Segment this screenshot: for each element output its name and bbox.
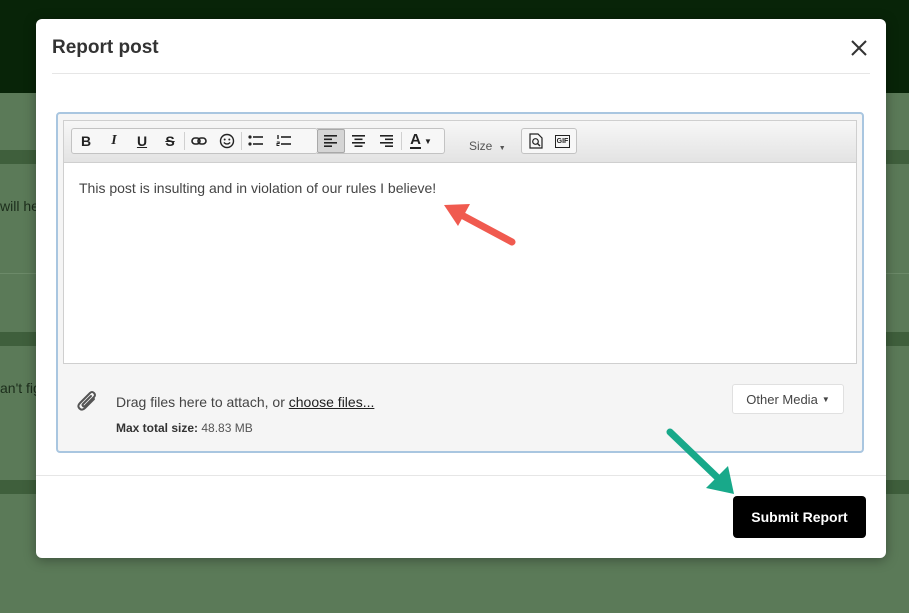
bullet-list-button[interactable] — [242, 129, 270, 153]
rich-text-editor: B I U S A ▼ Size ▼ GIF This post is insu… — [56, 112, 864, 453]
font-color-button[interactable]: A ▼ — [402, 129, 440, 153]
max-size-label: Max total size: — [116, 421, 199, 435]
smiley-icon — [219, 133, 235, 149]
italic-button[interactable]: I — [100, 129, 128, 153]
toolbar-format-group: B I U S — [71, 128, 318, 154]
underline-button[interactable]: U — [128, 129, 156, 153]
chevron-down-icon: ▼ — [821, 394, 830, 404]
chevron-down-icon: ▼ — [423, 136, 432, 146]
align-right-icon — [380, 135, 393, 147]
submit-report-button[interactable]: Submit Report — [733, 496, 866, 538]
choose-files-link[interactable]: choose files... — [289, 394, 375, 410]
editor-text-area[interactable]: This post is insulting and in violation … — [63, 162, 857, 364]
bold-button[interactable]: B — [72, 129, 100, 153]
numbered-list-button[interactable] — [270, 129, 298, 153]
attach-instructions: Drag files here to attach, or choose fil… — [116, 394, 374, 410]
link-icon — [191, 137, 207, 145]
insert-smilie-button[interactable] — [213, 129, 241, 153]
max-size-value: 48.83 MB — [201, 421, 253, 435]
close-icon[interactable] — [848, 37, 870, 59]
gif-icon: GIF — [554, 134, 571, 148]
align-center-icon — [352, 135, 365, 147]
font-size-label: Size — [469, 139, 493, 153]
background-post-snippet: an't fig — [0, 380, 41, 396]
attach-drag-text: Drag files here to attach, or — [116, 394, 289, 410]
footer-divider — [36, 475, 886, 476]
editor-content: This post is insulting and in violation … — [79, 180, 437, 196]
editor-toolbar: B I U S A ▼ Size ▼ GIF — [63, 120, 857, 162]
align-left-icon — [324, 135, 337, 147]
modal-title: Report post — [52, 37, 159, 58]
align-left-button[interactable] — [317, 129, 345, 153]
paperclip-icon — [77, 391, 96, 411]
max-total-size: Max total size: 48.83 MB — [116, 421, 253, 435]
insert-link-button[interactable] — [185, 129, 213, 153]
toolbar-align-group: A ▼ — [317, 128, 445, 154]
other-media-button[interactable]: Other Media ▼ — [732, 384, 844, 414]
font-color-icon: A — [410, 131, 421, 149]
strikethrough-button[interactable]: S — [156, 129, 184, 153]
title-divider — [52, 73, 870, 74]
align-center-button[interactable] — [345, 129, 373, 153]
numbered-list-icon — [276, 135, 291, 146]
font-size-button[interactable]: Size ▼ — [469, 139, 506, 153]
align-right-button[interactable] — [373, 129, 401, 153]
chevron-down-icon: ▼ — [498, 145, 506, 152]
preview-icon — [528, 133, 543, 149]
insert-gif-button[interactable]: GIF — [549, 129, 576, 153]
bullet-list-icon — [248, 135, 263, 146]
toolbar-misc-group: GIF — [521, 128, 577, 154]
preview-button[interactable] — [522, 129, 549, 153]
other-media-label: Other Media — [746, 391, 818, 407]
report-post-modal: Report post B I U S A ▼ Size ▼ GIF This … — [36, 19, 886, 558]
